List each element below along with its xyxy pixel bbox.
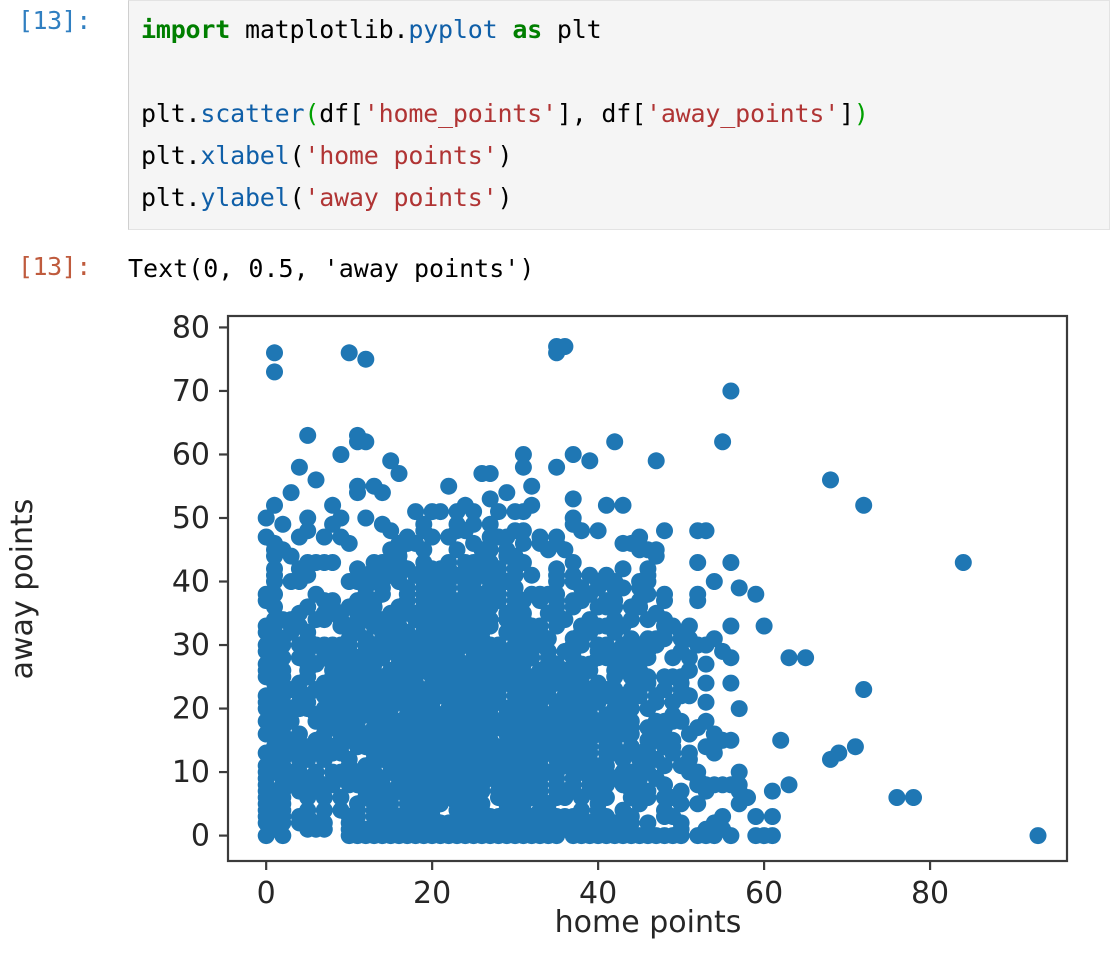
y-tick-label: 20 (172, 692, 210, 727)
notebook-output-cell-text: [13]: Text(0, 0.5, 'away points') (0, 246, 1110, 290)
y-tick-label: 80 (172, 310, 210, 345)
code-line-5: plt.ylabel('away points') (141, 177, 1109, 219)
y-tick-label: 70 (172, 374, 210, 409)
code-line-1: import matplotlib.pyplot as plt (141, 9, 1109, 51)
code-line-2-blank (141, 51, 1109, 93)
token-open-paren: ( (289, 141, 305, 170)
x-axis-label: home points (555, 905, 742, 940)
y-tick-label: 50 (172, 501, 210, 536)
notebook-input-cell[interactable]: [13]: import matplotlib.pyplot as plt pl… (0, 0, 1110, 230)
token-string-home-points-label: 'home points' (304, 141, 498, 170)
notebook-output-figure: 0 20 40 60 80 0 10 20 30 40 50 60 70 80 home points … (0, 294, 1110, 954)
output-prompt: [13]: (18, 252, 91, 281)
x-tick-label: 0 (257, 876, 276, 911)
token-close-paren: ) (497, 183, 513, 212)
input-prompt: [13]: (18, 6, 91, 35)
token-alias-plt: plt (556, 15, 602, 44)
token-df-index-1: df[ (319, 99, 364, 128)
y-tick-label: 40 (172, 565, 210, 600)
code-editor[interactable]: import matplotlib.pyplot as plt plt.scat… (128, 0, 1110, 230)
token-close-paren: ) (497, 141, 513, 170)
token-xlabel-call: xlabel (200, 141, 290, 170)
code-line-3: plt.scatter(df['home_points'], df['away_… (141, 93, 1109, 135)
token-plt: plt. (141, 183, 201, 212)
output-repr-text: Text(0, 0.5, 'away points') (128, 254, 535, 283)
token-plt: plt. (141, 141, 201, 170)
token-import-keyword: import (141, 15, 231, 44)
y-tick-label: 0 (191, 819, 210, 854)
token-df-index-mid: ], df[ (556, 99, 646, 128)
token-ylabel-call: ylabel (200, 183, 290, 212)
token-close-bracket: ] (839, 99, 854, 128)
token-plt: plt. (141, 99, 201, 128)
y-tick-label: 60 (172, 437, 210, 472)
x-tick-label: 20 (413, 876, 451, 911)
token-module-matplotlib: matplotlib. (244, 15, 409, 44)
x-tick-label: 60 (745, 876, 783, 911)
token-string-away-points: 'away_points' (645, 99, 840, 128)
y-tick-label: 10 (172, 755, 210, 790)
x-tick-label: 80 (911, 876, 949, 911)
y-axis-ticks: 0 10 20 30 40 50 60 70 80 (172, 310, 228, 854)
scatter-plot-figure: 0 20 40 60 80 01020304050607080 home points … (0, 294, 1110, 954)
token-module-pyplot: pyplot (408, 15, 498, 44)
token-open-paren: ( (289, 183, 305, 212)
token-close-paren: ) (853, 99, 869, 128)
token-open-paren: ( (304, 99, 320, 128)
token-string-home-points: 'home_points' (363, 99, 557, 128)
token-string-away-points-label: 'away points' (304, 183, 498, 212)
y-tick-label: 30 (172, 628, 210, 663)
token-scatter-call: scatter (200, 99, 305, 128)
token-as-keyword: as (512, 15, 543, 44)
y-axis-label: away points (5, 499, 40, 680)
code-line-4: plt.xlabel('home points') (141, 135, 1109, 177)
